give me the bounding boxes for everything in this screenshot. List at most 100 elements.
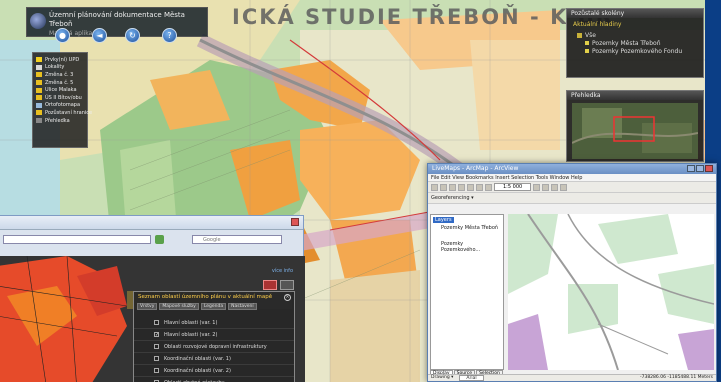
globe-home-icon[interactable]: ● xyxy=(55,28,70,43)
overview-title: Přehledka xyxy=(567,91,703,100)
layer-row[interactable]: Oblasti rozvojové dopravní infrastruktur… xyxy=(134,341,294,353)
zoom-in-icon[interactable] xyxy=(533,183,541,191)
layer-item[interactable]: Pozemky Pozemkového Fondu xyxy=(592,48,682,55)
legend-label: Změna č. 5 xyxy=(45,79,74,86)
layer-item[interactable]: Pozemky Města Třeboň xyxy=(592,40,661,47)
legend-item[interactable]: Přehledka xyxy=(36,117,84,125)
legend-item[interactable]: ÚS II Bítov/obu xyxy=(36,94,84,102)
folder-icon xyxy=(577,32,582,38)
search-input[interactable]: Google xyxy=(192,235,282,244)
font-combo[interactable]: Arial xyxy=(459,375,484,381)
toc-layers-root[interactable]: Layers xyxy=(433,217,454,223)
legend-item[interactable]: Lokality xyxy=(36,64,84,72)
legend-swatch-icon xyxy=(36,72,42,78)
arcmap-map-view[interactable] xyxy=(508,214,714,370)
legend-item[interactable]: Ulice Malaka xyxy=(36,86,84,94)
layer-checkbox[interactable] xyxy=(154,344,159,349)
layer-label: Hlavní oblasti (var. 1) xyxy=(164,319,218,326)
legend-swatch-icon xyxy=(36,64,42,70)
address-bar[interactable] xyxy=(3,235,151,244)
arcmap-menubar[interactable]: File Edit View Bookmarks Insert Selectio… xyxy=(428,174,716,182)
table-of-contents: Layers Pozemky Města Třeboň Pozemky Poze… xyxy=(430,214,504,370)
layer-row[interactable]: Koordinační oblasti (var. 2) xyxy=(134,365,294,377)
layer-row[interactable]: Koordinační oblasti (var. 1) xyxy=(134,353,294,365)
dialog-title: Seznam oblastí územního plánu v aktuální… xyxy=(138,294,273,300)
georeferencing-menu[interactable]: Georeferencing ▾ xyxy=(431,195,474,201)
close-icon[interactable] xyxy=(705,165,713,172)
legend-swatch-icon xyxy=(36,110,42,116)
browser-window: Google více info Seznam oblastí územního… xyxy=(0,215,305,382)
legend-item[interactable]: Ortofotomapa xyxy=(36,102,84,110)
go-icon[interactable] xyxy=(155,235,164,244)
help-icon[interactable]: ? xyxy=(162,28,177,43)
open-icon[interactable] xyxy=(440,183,447,191)
copy-icon[interactable] xyxy=(476,183,483,191)
layer-legend-panel: Prvky(ní) UPD Lokality Změna č. 3 Změna č. … xyxy=(32,52,92,148)
tab-layers[interactable]: Vrstvy xyxy=(137,303,158,310)
maximize-icon[interactable] xyxy=(696,165,704,172)
overview-map[interactable] xyxy=(571,103,699,159)
toc-item[interactable]: Pozemky Města Třeboň xyxy=(433,225,501,231)
close-icon[interactable]: × xyxy=(284,294,291,301)
layer-checkbox[interactable] xyxy=(154,368,159,373)
overview-panel: Přehledka xyxy=(566,90,704,162)
toc-item[interactable]: Pozemky Pozemkového... xyxy=(433,241,501,253)
legend-item[interactable]: Změna č. 3 xyxy=(36,71,84,79)
layer-label: Oblasti rozvojové dopravní infrastruktur… xyxy=(164,343,267,350)
layer-row[interactable]: Oblasti obytné zástavby xyxy=(134,377,294,382)
dialog-tabs: Vrstvy Mapové služby Legenda Nastavení xyxy=(134,302,294,311)
legend-swatch-icon xyxy=(36,80,42,86)
grey-tool-icon[interactable] xyxy=(280,280,294,290)
layer-list-dialog: Seznam oblastí územního plánu v aktuální… xyxy=(133,291,295,382)
status-coordinates: -738286.06 -1185488.11 Meters xyxy=(639,375,713,380)
refresh-icon[interactable]: ↻ xyxy=(125,28,140,43)
legend-label: Změna č. 3 xyxy=(45,71,74,78)
layer-checkbox[interactable]: ✓ xyxy=(154,332,159,338)
app-header: Územní plánování dokumentace Města Třebo… xyxy=(26,7,208,37)
legend-label: Lokality xyxy=(45,64,65,71)
print-icon[interactable] xyxy=(458,183,465,191)
new-icon[interactable] xyxy=(431,183,438,191)
legend-swatch-icon xyxy=(36,95,42,101)
layer-checkbox[interactable] xyxy=(154,356,159,361)
zoom-out-icon[interactable] xyxy=(542,183,550,191)
legend-item[interactable]: Prvky(ní) UPD xyxy=(36,56,84,64)
arcmap-title: LiveMaps - ArcMap - ArcView xyxy=(432,165,519,172)
legend-label: Ulice Malaka xyxy=(45,87,77,94)
legend-label: ÚS II Bítov/obu xyxy=(45,94,82,101)
identify-icon[interactable] xyxy=(560,183,568,191)
tab-settings[interactable]: Nastavení xyxy=(228,303,257,310)
layer-row[interactable]: Hlavní oblasti (var. 1) xyxy=(134,317,294,329)
pan-icon[interactable] xyxy=(551,183,559,191)
minimize-icon[interactable] xyxy=(687,165,695,172)
tab-map-services[interactable]: Mapové služby xyxy=(159,303,199,310)
layer-row[interactable]: ✓ Hlavní oblasti (var. 2) xyxy=(134,329,294,341)
close-icon[interactable] xyxy=(291,218,299,226)
layer-label: Koordinační oblasti (var. 1) xyxy=(164,355,231,362)
legend-label: Prvky(ní) UPD xyxy=(45,56,80,63)
more-info-link[interactable]: více info xyxy=(272,268,293,274)
scale-combo[interactable]: 1:5 000 xyxy=(494,183,532,191)
drawing-menu[interactable]: Drawing ▾ xyxy=(431,375,453,381)
desktop-composite: ICKÁ STUDIE TŘEBOŇ - K BR Územní plánová… xyxy=(0,0,721,382)
app-title: Územní plánování dokumentace Města Třebo… xyxy=(49,11,185,28)
cut-icon[interactable] xyxy=(467,183,474,191)
layer-label: Hlavní oblasti (var. 2) xyxy=(164,331,218,338)
layer-checkbox[interactable] xyxy=(154,320,159,325)
browser-titlebar xyxy=(0,216,303,230)
legend-item[interactable]: Změna č. 5 xyxy=(36,79,84,87)
panel-title: Pozůstalé skolény xyxy=(567,9,703,18)
paste-icon[interactable] xyxy=(485,183,492,191)
arcmap-toolbar: 1:5 000 xyxy=(428,182,716,193)
tab-legend[interactable]: Legenda xyxy=(200,303,227,310)
layer-swatch-icon xyxy=(585,49,589,53)
back-icon[interactable]: ◄ xyxy=(92,28,107,43)
red-tool-icon[interactable] xyxy=(263,280,277,290)
legend-swatch-icon xyxy=(36,87,42,93)
legend-swatch-icon xyxy=(36,102,42,108)
layer-label: Koordinační oblasti (var. 2) xyxy=(164,367,231,374)
save-icon[interactable] xyxy=(449,183,456,191)
legend-item[interactable]: Pozůstavní hranice xyxy=(36,109,92,117)
arcmap-toolbar-2: Georeferencing ▾ xyxy=(428,193,716,204)
layer-group-all[interactable]: Vše xyxy=(585,32,596,39)
